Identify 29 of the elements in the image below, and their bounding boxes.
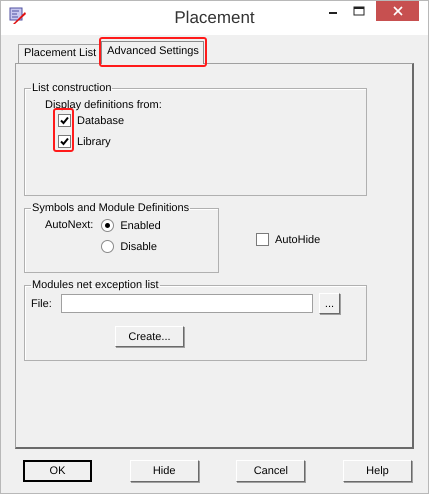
autonext-label: AutoNext: bbox=[45, 219, 94, 233]
radio-button[interactable] bbox=[101, 219, 114, 232]
checkbox[interactable] bbox=[58, 114, 71, 127]
group-title: Symbols and Module Definitions bbox=[31, 202, 190, 214]
radio-label: Disable bbox=[120, 240, 157, 252]
group-title: Modules net exception list bbox=[31, 279, 160, 291]
tab[interactable]: Placement List bbox=[18, 44, 102, 63]
create-button[interactable]: Create... bbox=[115, 326, 184, 347]
close-button[interactable] bbox=[376, 1, 419, 21]
close-icon bbox=[392, 6, 402, 16]
checkbox-label: Database bbox=[77, 114, 124, 126]
checkbox-label: AutoHide bbox=[275, 234, 320, 246]
window-title: Placement bbox=[174, 8, 255, 27]
file-label: File: bbox=[31, 298, 53, 310]
caption-label: Display definitions from: bbox=[45, 99, 163, 111]
checkbox[interactable] bbox=[58, 135, 71, 148]
browse-button[interactable]: ... bbox=[319, 293, 340, 314]
radio-label: Enabled bbox=[120, 220, 161, 232]
dialog-button[interactable]: Help bbox=[342, 460, 412, 482]
checkbox-label: Library bbox=[77, 136, 111, 148]
group-title: List construction bbox=[31, 82, 112, 94]
file-field[interactable] bbox=[61, 294, 313, 313]
dialog-button[interactable]: OK bbox=[23, 460, 92, 482]
dialog-button[interactable]: Cancel bbox=[236, 460, 306, 482]
dialog-button[interactable]: Hide bbox=[130, 460, 199, 482]
maximize-icon[interactable] bbox=[353, 6, 365, 16]
app-icon bbox=[9, 7, 27, 25]
checkbox[interactable] bbox=[256, 233, 269, 246]
radio-button[interactable] bbox=[101, 240, 114, 253]
